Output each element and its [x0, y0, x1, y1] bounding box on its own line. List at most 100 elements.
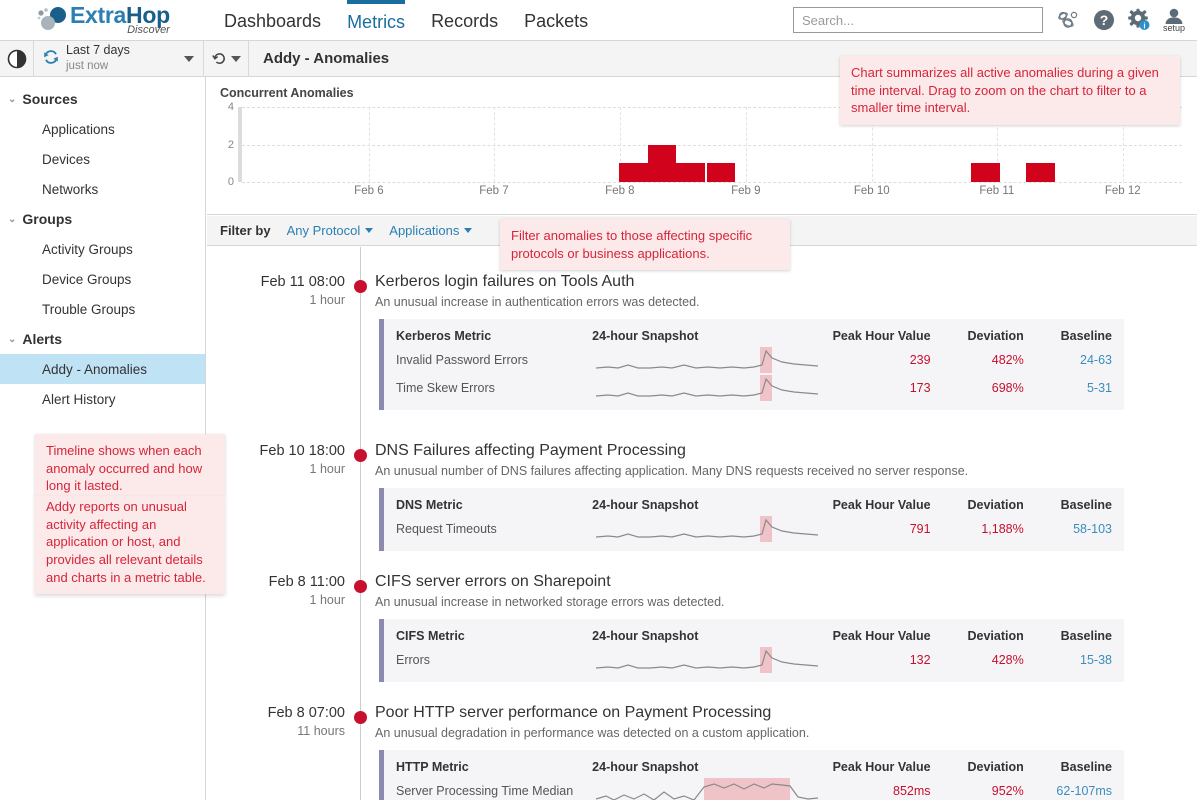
atoms-icon[interactable] [1055, 10, 1081, 30]
anomaly-list: Feb 11 08:00 1 hour Kerberos login failure… [207, 247, 1197, 800]
sidebar-group-groups[interactable]: ⌄ Groups [0, 204, 205, 234]
history-button[interactable] [204, 40, 249, 77]
metric-header-name: CIFS Metric [396, 628, 465, 643]
metric-header-peak: Peak Hour Value [832, 328, 931, 343]
metric-header-name: HTTP Metric [396, 759, 469, 774]
nav-tab-packets[interactable]: Packets [524, 0, 588, 41]
chart-bar[interactable] [706, 163, 736, 182]
metric-sparkline [592, 778, 822, 800]
sidebar-item-activity-groups[interactable]: Activity Groups [0, 234, 205, 264]
settings-gear-icon[interactable]: i [1127, 8, 1151, 32]
metric-snapshot-cell [592, 375, 823, 401]
extrahop-logo[interactable]: ExtraHop Discover [36, 4, 186, 36]
user-account-label: setup [1162, 22, 1185, 33]
sidebar-item-addy-anomalies[interactable]: Addy - Anomalies [0, 354, 205, 384]
sidebar-item-networks[interactable]: Networks [0, 174, 205, 204]
sidebar-group-sources[interactable]: ⌄ Sources [0, 84, 205, 114]
anomaly-body: DNS Failures affecting Payment Processin… [375, 442, 1175, 551]
metric-header-deviation: Deviation [967, 328, 1024, 343]
metric-table-header-row: Kerberos Metric 24-hour Snapshot Peak Hour… [396, 325, 1112, 346]
metric-deviation-value: 482% [991, 353, 1024, 367]
chart-y-tick-label: 4 [227, 101, 234, 113]
metric-deviation-value: 698% [991, 381, 1024, 395]
svg-text:i: i [1143, 21, 1145, 30]
metric-peak-value: 173 [909, 381, 931, 395]
metric-peak-value: 852ms [893, 784, 931, 798]
metric-baseline-value[interactable]: 24-63 [1024, 353, 1112, 367]
metric-sparkline [592, 347, 822, 373]
anomaly-title[interactable]: DNS Failures affecting Payment Processin… [375, 442, 1175, 460]
extrahop-logo-mark-icon [36, 6, 70, 36]
callout-chart: Chart summarizes all active anomalies du… [840, 56, 1180, 126]
chart-y-tick-label: 2 [227, 138, 234, 151]
anomaly-description: An unusual number of DNS failures affect… [375, 464, 969, 478]
sidebar-group-label: Sources [22, 91, 78, 107]
help-icon[interactable]: ? [1093, 9, 1115, 31]
anomaly-title[interactable]: Kerberos login failures on Tools Auth [375, 273, 1175, 291]
nav-tab-metrics[interactable]: Metrics [347, 0, 406, 41]
nav-tab-dashboards[interactable]: Dashboards [224, 0, 321, 41]
metric-row-name: Time Skew Errors [396, 381, 495, 395]
chevron-down-icon [464, 228, 473, 233]
metric-baseline-value[interactable]: 5-31 [1024, 381, 1112, 395]
anomaly-timeline-dot-icon [354, 711, 367, 724]
metric-table-row: Time Skew Errors 173 698% 5-31 [396, 374, 1112, 402]
sidebar-item-devices[interactable]: Devices [0, 144, 205, 174]
chart-bar[interactable] [970, 163, 1000, 182]
metric-baseline-value[interactable]: 58-103 [1024, 522, 1112, 536]
metric-table-header-row: HTTP Metric 24-hour Snapshot Peak Hour Val… [396, 756, 1112, 777]
metric-table-row: Invalid Password Errors 239 482% 24-63 [396, 346, 1112, 374]
sidebar-group-alerts[interactable]: ⌄ Alerts [0, 324, 205, 354]
sidebar-item-trouble-groups[interactable]: Trouble Groups [0, 294, 205, 324]
protocol-filter-dropdown[interactable]: Any Protocol [287, 223, 374, 238]
applications-filter-label: Applications [389, 223, 460, 238]
metric-baseline-value[interactable]: 62-107ms [1024, 784, 1112, 798]
metric-table: HTTP Metric 24-hour Snapshot Peak Hour Val… [379, 750, 1124, 800]
applications-filter-dropdown[interactable]: Applications [389, 223, 473, 238]
metric-header-snapshot: 24-hour Snapshot [592, 759, 699, 774]
metric-table-row: Errors 132 428% 15-38 [396, 646, 1112, 674]
anomaly-body: Kerberos login failures on Tools Auth An … [375, 273, 1175, 410]
anomaly-title[interactable]: CIFS server errors on Sharepoint [375, 573, 1175, 591]
sidebar-item-applications[interactable]: Applications [0, 114, 205, 144]
sidebar-item-device-groups[interactable]: Device Groups [0, 264, 205, 294]
metric-baseline-value[interactable]: 15-38 [1024, 653, 1112, 667]
search-input[interactable] [792, 7, 1043, 33]
chart-vertical-gridline [368, 107, 370, 182]
metric-header-deviation: Deviation [967, 759, 1024, 774]
metric-header-deviation: Deviation [967, 628, 1024, 643]
metric-header-peak: Peak Hour Value [832, 759, 931, 774]
anomaly-timeline-dot-icon [354, 449, 367, 462]
time-range-selector[interactable]: Last 7 days just now [34, 40, 204, 77]
user-account-icon[interactable]: setup [1163, 8, 1185, 33]
chart-bar[interactable] [647, 144, 677, 182]
metric-deviation-value: 952% [991, 784, 1024, 798]
metric-snapshot-cell [592, 778, 823, 800]
metric-table: CIFS Metric 24-hour Snapshot Peak Hour Val… [379, 619, 1124, 682]
anomaly-duration: 1 hour [309, 593, 345, 608]
anomaly-duration: 1 hour [309, 293, 345, 308]
metric-deviation-value: 1,188% [981, 522, 1024, 536]
anomaly-time-value: Feb 11 08:00 [260, 274, 345, 290]
metric-peak-value: 791 [909, 522, 931, 536]
anomaly-time-value: Feb 10 18:00 [259, 443, 345, 459]
chart-x-tick-label: Feb 12 [1104, 185, 1141, 197]
chart-bar[interactable] [1026, 163, 1056, 182]
nav-tab-records[interactable]: Records [431, 0, 498, 41]
time-range-updated: just now [66, 60, 109, 73]
chart-bar[interactable] [618, 163, 648, 182]
sidebar-item-alert-history[interactable]: Alert History [0, 384, 205, 414]
metric-peak-value: 132 [909, 653, 931, 667]
theme-toggle-icon[interactable] [0, 40, 34, 77]
anomaly-body: CIFS server errors on Sharepoint An unusu… [375, 573, 1175, 682]
chevron-down-icon: ⌄ [8, 213, 17, 225]
chart-x-tick-label: Feb 7 [479, 185, 509, 197]
metric-header-name: DNS Metric [396, 497, 463, 512]
chart-vertical-gridline [745, 107, 747, 182]
anomaly-title[interactable]: Poor HTTP server performance on Payment … [375, 704, 1175, 722]
chart-x-tick-label: Feb 11 [979, 185, 1015, 197]
chart-bar[interactable] [676, 163, 705, 182]
metric-header-name: Kerberos Metric [396, 328, 492, 343]
metric-table-row: Server Processing Time Median 852ms 952% 62… [396, 777, 1112, 800]
anomaly-duration: 11 hours [297, 724, 345, 739]
